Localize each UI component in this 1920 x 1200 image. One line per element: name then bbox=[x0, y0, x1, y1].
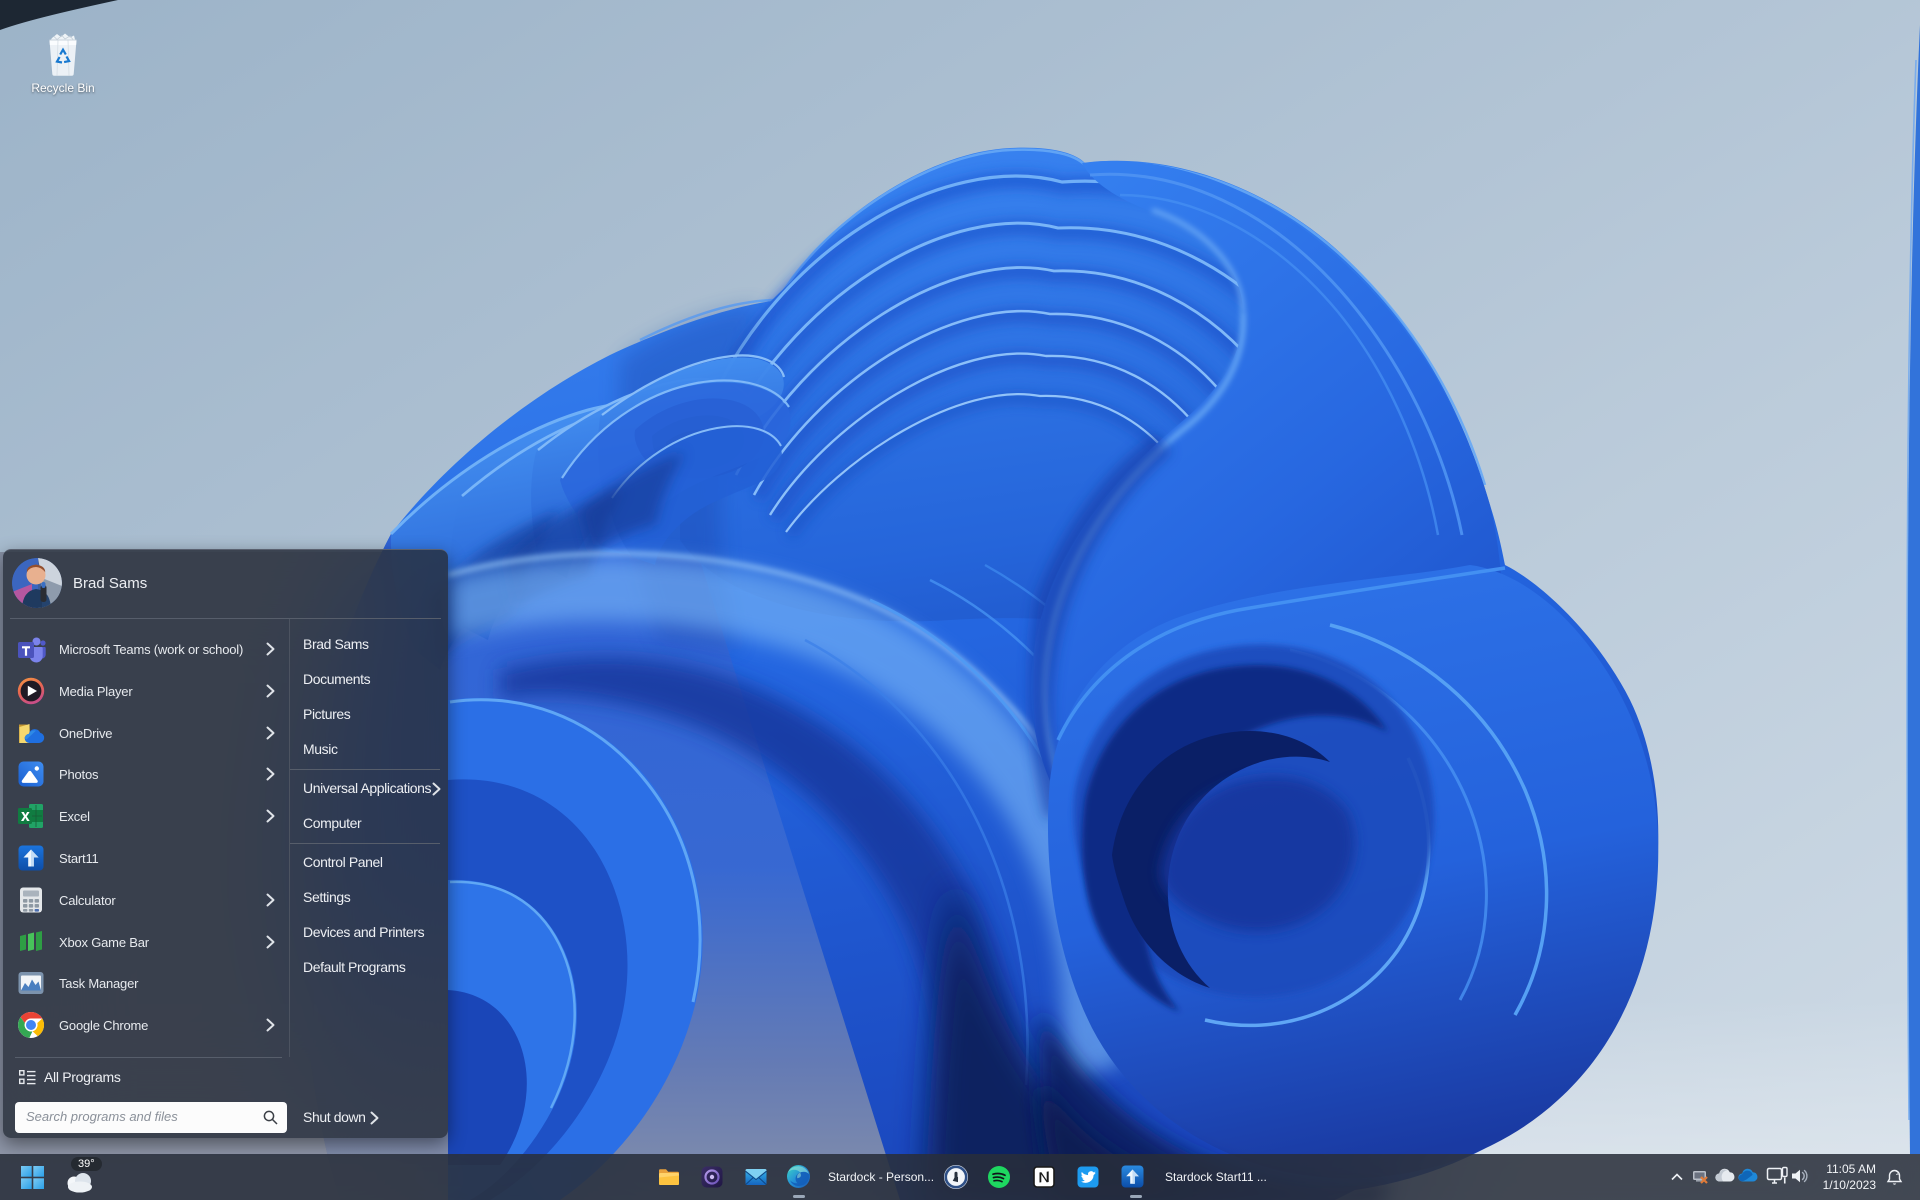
svg-text:z: z bbox=[1896, 1171, 1899, 1177]
